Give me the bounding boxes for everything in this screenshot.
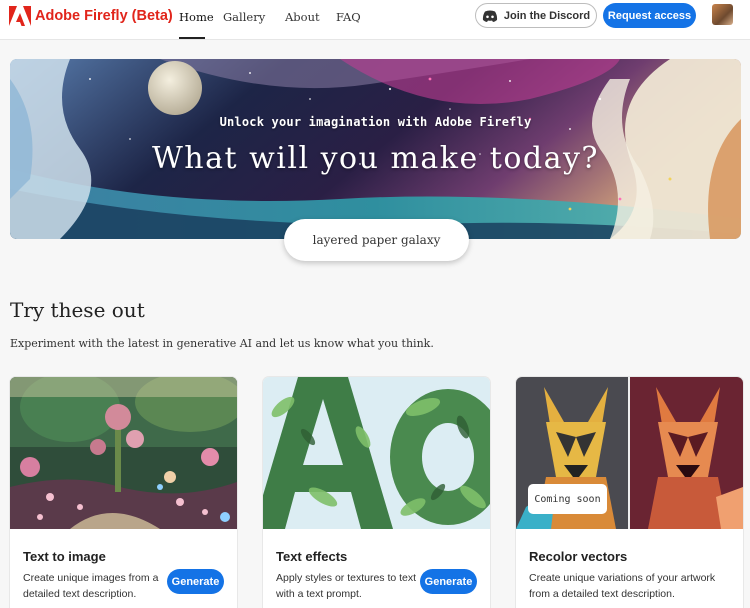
hero-title: What will you make today? [151, 141, 600, 176]
request-access-button[interactable]: Request access [603, 3, 696, 28]
text-effects-thumbnail [263, 377, 490, 529]
prompt-input[interactable] [284, 219, 469, 261]
generate-button[interactable]: Generate [167, 569, 224, 594]
recolor-vectors-thumbnail: Coming soon [516, 377, 743, 529]
hero-subtitle: Unlock your imagination with Adobe Firef… [219, 115, 532, 129]
hero-banner: Unlock your imagination with Adobe Firef… [10, 59, 741, 239]
nav-home[interactable]: Home [179, 10, 214, 24]
generate-button[interactable]: Generate [420, 569, 477, 594]
card-title: Text effects [276, 549, 348, 564]
top-nav-bar: Adobe Firefly (Beta) Home Gallery About … [0, 0, 750, 40]
nav-gallery[interactable]: Gallery [223, 10, 265, 24]
user-avatar[interactable] [712, 4, 733, 25]
nav-about[interactable]: About [285, 10, 320, 24]
card-description: Apply styles or textures to text with a … [276, 572, 417, 600]
coming-soon-badge: Coming soon [528, 484, 607, 514]
discord-label: Join the Discord [503, 9, 591, 22]
discord-icon [482, 10, 497, 22]
section-description: Experiment with the latest in generative… [10, 337, 434, 350]
brand-name[interactable]: Adobe Firefly (Beta) [35, 8, 173, 24]
card-text-to-image[interactable]: Text to image Create unique images from … [10, 377, 237, 608]
join-discord-button[interactable]: Join the Discord [475, 3, 597, 28]
adobe-logo-icon[interactable] [9, 6, 31, 26]
card-recolor-vectors[interactable]: Coming soon Recolor vectors Create uniqu… [516, 377, 743, 608]
card-title: Recolor vectors [529, 549, 628, 564]
card-title: Text to image [23, 549, 106, 564]
text-to-image-thumbnail [10, 377, 237, 529]
nav-active-indicator [179, 37, 205, 39]
card-description: Create unique variations of your artwork… [529, 572, 716, 600]
card-text-effects[interactable]: Text effects Apply styles or textures to… [263, 377, 490, 608]
section-title: Try these out [10, 298, 145, 322]
card-description: Create unique images from a detailed tex… [23, 572, 159, 600]
nav-faq[interactable]: FAQ [336, 10, 361, 24]
